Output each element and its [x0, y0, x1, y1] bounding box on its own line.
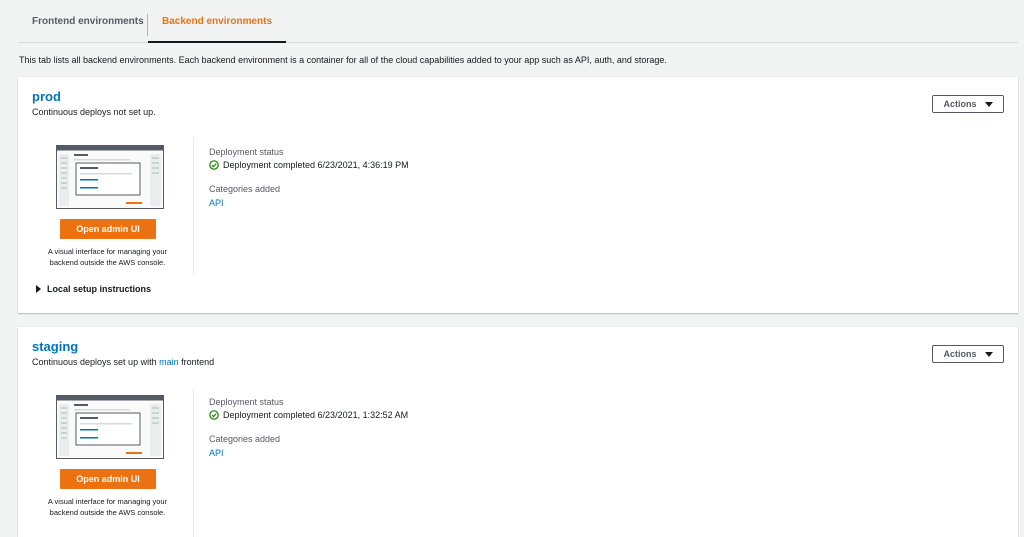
actions-label: Actions	[943, 99, 977, 109]
caret-down-icon	[984, 101, 993, 107]
categories-label: Categories added	[209, 184, 281, 194]
admin-ui-illustration-icon	[56, 395, 164, 459]
deployment-info: Deployment status Deployment completed 6…	[209, 397, 408, 458]
branch-link-main[interactable]: main	[159, 357, 179, 367]
admin-desc-line-2: backend outside the AWS console.	[49, 257, 166, 267]
subtitle-suffix: frontend	[181, 357, 215, 367]
deployment-status-text: Deployment completed 6/23/2021, 1:32:52 …	[223, 410, 409, 420]
admin-desc-line-2: backend outside the AWS console.	[49, 507, 166, 517]
actions-label: Actions	[943, 349, 977, 359]
caret-right-icon	[36, 285, 41, 293]
tab-frontend-environments[interactable]: Frontend environments	[18, 0, 158, 42]
environment-subtitle: Continuous deploys not set up.	[32, 107, 156, 117]
environment-subtitle: Continuous deploys set up with main fron…	[32, 357, 214, 367]
caret-down-icon	[984, 351, 993, 357]
deployment-status-label: Deployment status	[209, 397, 284, 407]
environment-card-prod: prod Continuous deploys not set up. Acti…	[18, 77, 1018, 313]
actions-dropdown-button[interactable]: Actions	[932, 345, 1004, 363]
success-check-icon	[209, 410, 219, 420]
success-check-icon	[209, 160, 219, 170]
open-admin-ui-button[interactable]: Open admin UI	[60, 469, 156, 489]
local-setup-label: Local setup instructions	[47, 284, 152, 294]
category-api-link[interactable]: API	[209, 448, 408, 458]
admin-desc-line-1: A visual interface for managing your	[47, 247, 168, 256]
actions-dropdown-button[interactable]: Actions	[932, 95, 1004, 113]
open-admin-ui-button[interactable]: Open admin UI	[60, 219, 156, 239]
environment-name[interactable]: staging	[32, 339, 78, 354]
column-divider	[193, 137, 194, 275]
deployment-info: Deployment status Deployment completed 6…	[209, 147, 409, 208]
environment-name[interactable]: prod	[32, 89, 61, 104]
subtitle-prefix: Continuous deploys set up with	[32, 357, 157, 367]
environment-card-staging: staging Continuous deploys set up with m…	[18, 327, 1018, 537]
admin-desc-line-1: A visual interface for managing your	[47, 497, 168, 506]
tab-backend-environments[interactable]: Backend environments	[148, 0, 287, 43]
admin-ui-illustration-icon	[56, 145, 164, 209]
column-divider	[193, 387, 194, 537]
deployment-status-label: Deployment status	[209, 147, 284, 157]
local-setup-expander[interactable]: Local setup instructions	[36, 284, 151, 294]
categories-label: Categories added	[209, 434, 281, 444]
admin-ui-description: A visual interface for managing your bac…	[30, 247, 185, 268]
category-api-link[interactable]: API	[209, 198, 409, 208]
deployment-status: Deployment completed 6/23/2021, 1:32:52 …	[209, 410, 408, 420]
deployment-status: Deployment completed 6/23/2021, 4:36:19 …	[209, 160, 409, 170]
intro-text: This tab lists all backend environments.…	[19, 55, 667, 65]
deployment-status-text: Deployment completed 6/23/2021, 4:36:19 …	[223, 160, 409, 170]
tab-bar: Frontend environments Backend environmen…	[18, 0, 1018, 43]
admin-ui-description: A visual interface for managing your bac…	[30, 497, 185, 518]
